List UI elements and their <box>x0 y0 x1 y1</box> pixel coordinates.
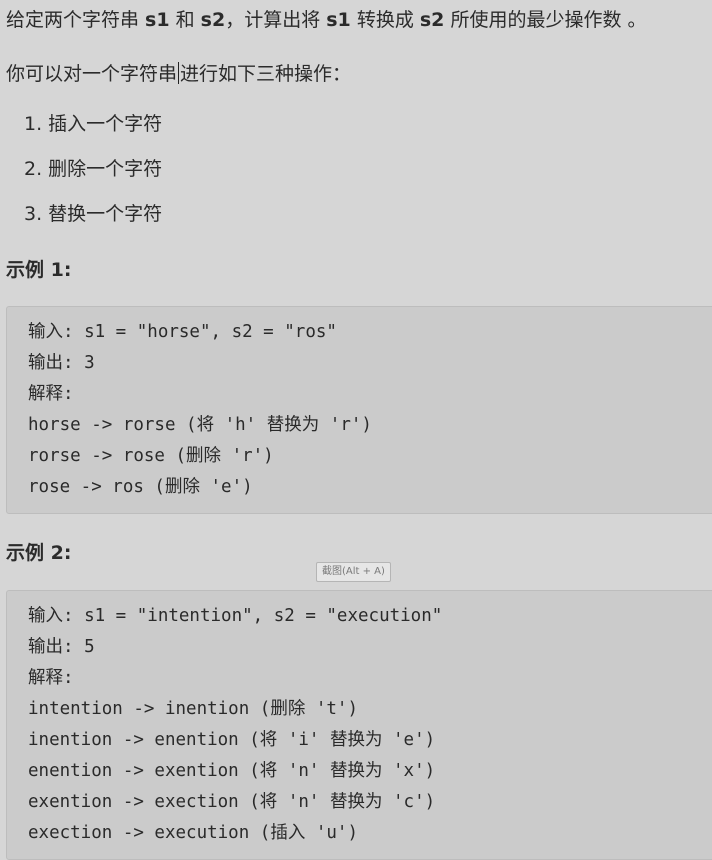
code-line: inention -> enention (将 'i' 替换为 'e') <box>28 730 436 750</box>
code-line: rorse -> rose (删除 'r') <box>28 446 274 466</box>
operations-intro-text-1: 你可以对一个字符串 <box>6 63 178 85</box>
operations-intro: 你可以对一个字符串 进行如下三种操作： <box>6 62 351 86</box>
code-line: 输入: s1 = "horse", s2 = "ros" <box>28 322 337 342</box>
operations-list: 1. 插入一个字符 2. 删除一个字符 3. 替换一个字符 <box>24 112 162 247</box>
code-line: 输出: 3 <box>28 353 95 373</box>
code-line: enention -> exention (将 'n' 替换为 'x') <box>28 761 436 781</box>
code-line: 解释: <box>28 668 74 688</box>
code-line: exection -> execution (插入 'u') <box>28 823 359 843</box>
intro-s2-2: s2 <box>419 9 445 31</box>
intro-s1-2: s1 <box>326 9 351 31</box>
code-line: 输入: s1 = "intention", s2 = "execution" <box>28 606 443 626</box>
code-line: exention -> exection (将 'n' 替换为 'c') <box>28 792 436 812</box>
intro-s2-1: s2 <box>200 9 226 31</box>
intro-paragraph: 给定两个字符串 s1 和 s2，计算出将 s1 转换成 s2 所使用的最少操作数… <box>6 8 647 32</box>
example-2-code-block: 输入: s1 = "intention", s2 = "execution" 输… <box>6 590 712 860</box>
operation-item: 3. 替换一个字符 <box>24 203 163 225</box>
code-line: horse -> rorse (将 'h' 替换为 'r') <box>28 415 372 435</box>
code-line: 解释: <box>28 384 74 404</box>
operations-intro-text-2: 进行如下三种操作： <box>180 63 352 85</box>
example-2-heading: 示例 2: <box>6 542 72 564</box>
intro-text-1: 给定两个字符串 <box>6 9 146 31</box>
operation-item: 2. 删除一个字符 <box>24 158 163 180</box>
intro-text-5: 所使用的最少操作数 。 <box>444 9 647 31</box>
example-1-code-block: 输入: s1 = "horse", s2 = "ros" 输出: 3 解释: h… <box>6 306 712 514</box>
code-line: 输出: 5 <box>28 637 95 657</box>
screenshot-tooltip: 截图(Alt + A) <box>316 562 391 582</box>
intro-text-4: 转换成 <box>350 9 420 31</box>
intro-s1-1: s1 <box>145 9 170 31</box>
intro-text-3: ，计算出将 <box>225 9 327 31</box>
code-line: rose -> ros (删除 'e') <box>28 477 253 497</box>
code-line: intention -> inention (删除 't') <box>28 699 359 719</box>
operation-item: 1. 插入一个字符 <box>24 113 163 135</box>
intro-text-2: 和 <box>169 9 201 31</box>
text-caret <box>178 62 180 84</box>
example-1-heading: 示例 1: <box>6 259 72 281</box>
